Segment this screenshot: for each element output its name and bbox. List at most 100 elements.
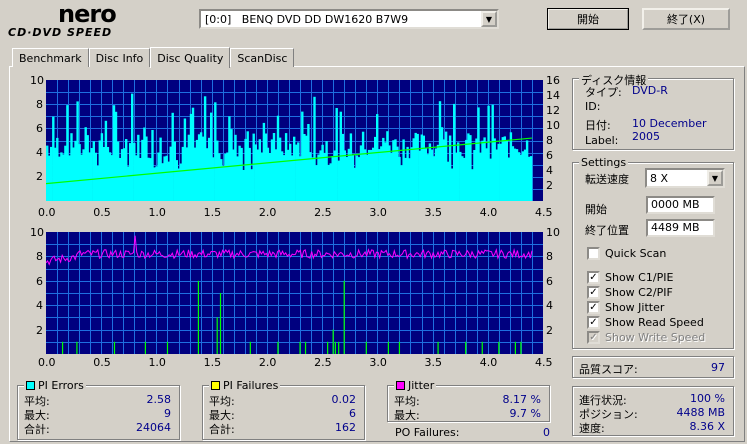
- chevron-down-icon[interactable]: ▼: [481, 11, 497, 27]
- x-tick: 0.0: [38, 356, 56, 369]
- pie-bar: [276, 115, 280, 201]
- pie-bar: [106, 147, 110, 201]
- progress-group: 進行状況: 100 % ポジション: 4488 MB 速度: 8.36 X: [572, 386, 734, 436]
- check-icon: ✓: [587, 301, 600, 314]
- show-c2-checkbox[interactable]: ✓ Show C2/PIF: [587, 286, 673, 299]
- pie-bar: [432, 156, 436, 201]
- pie-bar: [376, 114, 379, 201]
- pie-bar: [179, 163, 182, 201]
- y-left-tick: 8: [36, 98, 43, 111]
- x-tick: 1.0: [148, 356, 166, 369]
- check-icon: ✓: [587, 331, 600, 344]
- pie-bar: [187, 134, 191, 201]
- disc-type-value: DVD-R: [632, 84, 668, 97]
- po-failures-label: PO Failures:: [395, 426, 460, 439]
- pie-bar: [513, 148, 517, 201]
- jitter-max-value: 9.7 %: [509, 407, 541, 420]
- pie-bar: [82, 149, 85, 201]
- x-tick: 3.0: [369, 206, 387, 219]
- pie-bar: [384, 142, 387, 201]
- pie-bar: [268, 153, 272, 201]
- disc-type-label: タイプ:: [585, 86, 622, 99]
- check-icon: ✓: [587, 271, 600, 284]
- pie-bar: [351, 154, 355, 201]
- pi-failures-jitter-chart: [46, 232, 543, 354]
- pie-bar: [416, 133, 419, 201]
- pie-total-label: 合計:: [24, 423, 50, 436]
- y-left-tick: 10: [30, 74, 44, 87]
- pif-total-label: 合計:: [209, 423, 235, 436]
- chevron-down-icon[interactable]: ▼: [707, 170, 723, 186]
- y-right-tick: 4: [546, 164, 553, 177]
- exit-button[interactable]: 終了(X): [642, 8, 730, 30]
- x-tick: 2.0: [258, 206, 277, 219]
- pi-errors-swatch: [26, 381, 35, 390]
- y-left-tick: 4: [36, 146, 43, 159]
- disc-date-label: 日付:: [585, 119, 611, 132]
- x-tick: 3.5: [424, 356, 443, 369]
- drive-select-value: [0:0] BENQ DVD DD DW1620 B7W9: [205, 12, 409, 26]
- pi-errors-group: PI Errors 平均: 2.58 最大: 9 合計: 24064: [17, 379, 180, 440]
- settings-group: Settings 転送速度 8 X ▼ 開始 0000 MB 終了位置 4489…: [572, 156, 734, 349]
- quality-score-group: 品質スコア: 97: [572, 356, 734, 378]
- speed-select[interactable]: 8 X ▼: [645, 168, 725, 188]
- jitter-title: Jitter: [408, 379, 435, 392]
- pie-bar: [521, 151, 525, 201]
- y-right-tick: 10: [546, 226, 560, 239]
- x-tick: 2.0: [258, 356, 277, 369]
- show-c1-checkbox[interactable]: ✓ Show C1/PIE: [587, 271, 673, 284]
- pie-bar: [236, 156, 239, 201]
- y-right-tick: 2: [546, 323, 553, 337]
- y-right-tick: 8: [546, 134, 553, 147]
- pie-bar: [400, 165, 403, 201]
- x-tick: 2.5: [314, 206, 332, 219]
- po-failures-value: 0: [543, 426, 550, 439]
- pie-bar: [66, 105, 69, 201]
- pie-bar: [335, 108, 338, 201]
- start-button[interactable]: 開始: [547, 8, 629, 30]
- pie-bar: [74, 140, 77, 201]
- pie-total-value: 24064: [136, 421, 171, 434]
- x-tick: 4.5: [535, 206, 553, 219]
- pie-bar: [50, 146, 53, 201]
- disc-date-value: 10 December 2005: [632, 117, 707, 143]
- pie-bar: [212, 157, 215, 201]
- tab-disc-info[interactable]: Disc Info: [88, 48, 151, 67]
- x-tick: 1.5: [203, 206, 222, 219]
- pie-bar: [343, 150, 346, 201]
- start-pos-input[interactable]: 0000 MB: [646, 196, 715, 214]
- tab-benchmark[interactable]: Benchmark: [12, 48, 89, 67]
- pi-errors-title: PI Errors: [38, 379, 84, 392]
- pi-failures-group: PI Failures 平均: 0.02 最大: 6 合計: 162: [202, 379, 365, 440]
- pie-bar: [293, 136, 296, 201]
- pie-bar: [131, 93, 134, 201]
- x-tick: 4.0: [479, 206, 498, 219]
- pi-failures-swatch: [211, 381, 220, 390]
- checkbox-box: [587, 247, 600, 260]
- quick-scan-checkbox[interactable]: Quick Scan: [587, 247, 666, 260]
- show-write-speed-label: Show Write Speed: [605, 331, 706, 344]
- drive-select[interactable]: [0:0] BENQ DVD DD DW1620 B7W9 ▼: [199, 9, 499, 29]
- current-speed-label: 速度:: [579, 422, 605, 435]
- show-read-speed-checkbox[interactable]: ✓ Show Read Speed: [587, 316, 704, 329]
- disc-id-label: ID:: [585, 100, 601, 113]
- settings-title: Settings: [581, 156, 627, 169]
- tab-disc-quality[interactable]: Disc Quality: [150, 47, 231, 68]
- pie-bar: [252, 133, 255, 201]
- end-pos-input[interactable]: 4489 MB: [646, 219, 715, 237]
- x-tick: 2.5: [314, 356, 332, 369]
- pie-bar: [114, 111, 118, 201]
- x-tick: 0.0: [38, 206, 56, 219]
- y-right-tick: 6: [546, 149, 553, 162]
- jitter-max-label: 最大:: [394, 409, 420, 422]
- tab-scandisc[interactable]: ScanDisc: [230, 48, 295, 67]
- pie-bar: [244, 138, 247, 201]
- pie-bar: [408, 158, 411, 201]
- po-failures-row: PO Failures: 0: [395, 426, 550, 439]
- x-tick: 0.5: [93, 356, 111, 369]
- pie-bar: [195, 139, 199, 201]
- show-jitter-checkbox[interactable]: ✓ Show Jitter: [587, 301, 664, 314]
- pie-bar: [367, 149, 371, 201]
- y-left-tick: 8: [36, 250, 43, 264]
- y-left-tick: 2: [36, 170, 43, 183]
